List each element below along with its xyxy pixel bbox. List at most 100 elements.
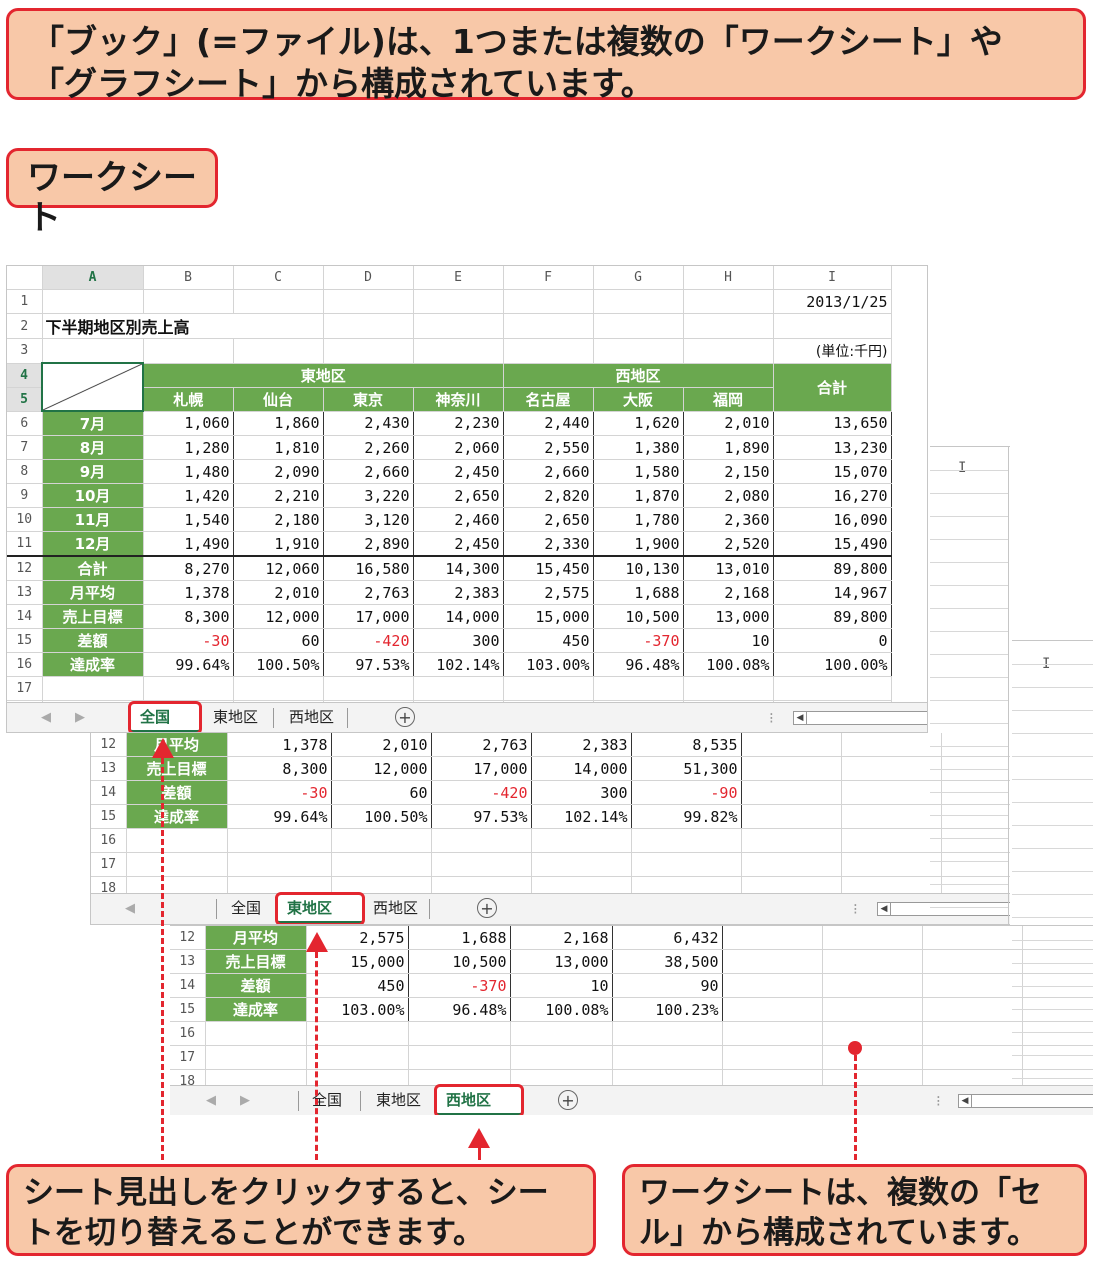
value-cell[interactable]: 2,430 bbox=[323, 411, 414, 436]
row-label[interactable]: 売上目標 bbox=[205, 949, 307, 974]
value-cell[interactable]: 2,330 bbox=[503, 531, 594, 557]
region-header-west[interactable]: 西地区 bbox=[503, 363, 774, 388]
cell[interactable] bbox=[683, 289, 774, 314]
row-header[interactable]: 13 bbox=[91, 756, 127, 781]
cell[interactable] bbox=[1022, 1045, 1093, 1070]
value-cell[interactable]: 450 bbox=[306, 973, 409, 998]
cell[interactable] bbox=[941, 852, 1010, 877]
value-cell[interactable]: 1,910 bbox=[233, 531, 324, 557]
cell[interactable] bbox=[683, 676, 774, 701]
cell[interactable] bbox=[722, 997, 823, 1022]
tab-zenkoku[interactable]: 全国 bbox=[221, 894, 271, 924]
tab-scroll-left-icon[interactable]: ◀ bbox=[125, 894, 135, 924]
cell[interactable] bbox=[922, 1021, 1023, 1046]
horizontal-scrollbar[interactable]: ◀ bbox=[793, 711, 927, 725]
value-cell[interactable]: 2,820 bbox=[503, 483, 594, 508]
cell[interactable] bbox=[42, 676, 144, 701]
row-header[interactable]: 2 bbox=[7, 313, 43, 339]
row-label[interactable]: 12月 bbox=[42, 531, 144, 557]
row-header[interactable]: 13 bbox=[170, 949, 206, 974]
value-cell[interactable]: 2,010 bbox=[683, 411, 774, 436]
value-cell[interactable]: 2,360 bbox=[683, 507, 774, 532]
column-header[interactable]: F bbox=[503, 266, 594, 290]
tab-scroll-right-icon[interactable]: ▶ bbox=[240, 1086, 250, 1115]
value-cell[interactable]: 2,575 bbox=[503, 580, 594, 605]
cell[interactable] bbox=[612, 1045, 723, 1070]
value-cell[interactable]: 17,000 bbox=[431, 756, 532, 781]
value-cell[interactable]: 1,420 bbox=[143, 483, 234, 508]
cell[interactable] bbox=[413, 338, 504, 364]
value-cell[interactable]: 38,500 bbox=[612, 949, 723, 974]
cell[interactable] bbox=[722, 949, 823, 974]
value-cell[interactable]: 2,440 bbox=[503, 411, 594, 436]
value-cell[interactable]: 10,500 bbox=[593, 604, 684, 629]
value-cell[interactable]: 8,300 bbox=[143, 604, 234, 629]
value-cell[interactable]: 300 bbox=[413, 628, 504, 653]
cell[interactable] bbox=[431, 828, 532, 853]
cell[interactable] bbox=[413, 289, 504, 314]
cell[interactable] bbox=[631, 852, 742, 877]
value-cell[interactable]: 2,383 bbox=[413, 580, 504, 605]
row-header[interactable]: 14 bbox=[7, 604, 43, 629]
add-sheet-icon[interactable]: + bbox=[558, 1090, 578, 1110]
row-header[interactable]: 3 bbox=[7, 338, 43, 364]
row-label[interactable]: 差額 bbox=[126, 780, 228, 805]
value-cell[interactable]: 1,280 bbox=[143, 435, 234, 460]
value-cell[interactable]: 100.23% bbox=[612, 997, 723, 1022]
row-header[interactable]: 4 bbox=[7, 363, 43, 388]
row-header[interactable]: 12 bbox=[170, 926, 206, 950]
value-cell[interactable]: 2,180 bbox=[233, 507, 324, 532]
column-header[interactable]: E bbox=[413, 266, 504, 290]
row-label[interactable]: 売上目標 bbox=[42, 604, 144, 629]
value-cell[interactable]: 2,168 bbox=[510, 926, 613, 950]
row-label[interactable]: 10月 bbox=[42, 483, 144, 508]
value-cell[interactable]: 13,230 bbox=[773, 435, 892, 460]
row-label[interactable]: 月平均 bbox=[126, 733, 228, 757]
row-label[interactable]: 月平均 bbox=[205, 926, 307, 950]
cell[interactable] bbox=[531, 828, 632, 853]
value-cell[interactable]: 1,540 bbox=[143, 507, 234, 532]
value-cell[interactable]: 100.00% bbox=[773, 652, 892, 677]
row-label[interactable]: 達成率 bbox=[205, 997, 307, 1022]
value-cell[interactable]: 99.64% bbox=[143, 652, 234, 677]
value-cell[interactable]: 1,890 bbox=[683, 435, 774, 460]
region-header-east[interactable]: 東地区 bbox=[143, 363, 504, 388]
add-sheet-icon[interactable]: + bbox=[395, 707, 415, 727]
value-cell[interactable]: 13,000 bbox=[683, 604, 774, 629]
value-cell[interactable]: 300 bbox=[531, 780, 632, 805]
value-cell[interactable]: -30 bbox=[143, 628, 234, 653]
horizontal-scrollbar[interactable]: ◀ bbox=[877, 902, 1010, 916]
cell[interactable] bbox=[233, 676, 324, 701]
row-header[interactable]: 1 bbox=[7, 289, 43, 314]
tab-scroll-left-icon[interactable]: ◀ bbox=[41, 703, 51, 732]
value-cell[interactable]: 13,000 bbox=[510, 949, 613, 974]
date-cell[interactable]: 2013/1/25 bbox=[773, 289, 892, 314]
cell[interactable] bbox=[841, 828, 942, 853]
row-label[interactable]: 達成率 bbox=[126, 804, 228, 829]
row-header[interactable]: 17 bbox=[7, 676, 43, 701]
value-cell[interactable]: 3,120 bbox=[323, 507, 414, 532]
tab-zenkoku[interactable]: 全国 bbox=[128, 701, 202, 732]
value-cell[interactable]: 2,010 bbox=[233, 580, 324, 605]
value-cell[interactable]: 10 bbox=[683, 628, 774, 653]
tab-scroll-left-icon[interactable]: ◀ bbox=[206, 1086, 216, 1115]
value-cell[interactable]: 13,010 bbox=[683, 556, 774, 581]
value-cell[interactable]: 100.50% bbox=[233, 652, 324, 677]
row-header[interactable]: 9 bbox=[7, 483, 43, 508]
row-label[interactable]: 11月 bbox=[42, 507, 144, 532]
tab-scroll-right-icon[interactable]: ▶ bbox=[75, 703, 85, 732]
value-cell[interactable]: 15,000 bbox=[306, 949, 409, 974]
value-cell[interactable]: 2,090 bbox=[233, 459, 324, 484]
value-cell[interactable]: -90 bbox=[631, 780, 742, 805]
value-cell[interactable]: 3,220 bbox=[323, 483, 414, 508]
cell[interactable] bbox=[413, 676, 504, 701]
value-cell[interactable]: -420 bbox=[431, 780, 532, 805]
cell[interactable] bbox=[126, 852, 228, 877]
cell[interactable] bbox=[503, 676, 594, 701]
value-cell[interactable]: 15,070 bbox=[773, 459, 892, 484]
tab-higashi[interactable]: 東地区 bbox=[366, 1086, 431, 1115]
tab-higashi[interactable]: 東地区 bbox=[203, 703, 268, 732]
cell[interactable] bbox=[741, 828, 842, 853]
value-cell[interactable]: 97.53% bbox=[323, 652, 414, 677]
cell[interactable] bbox=[922, 926, 1023, 950]
